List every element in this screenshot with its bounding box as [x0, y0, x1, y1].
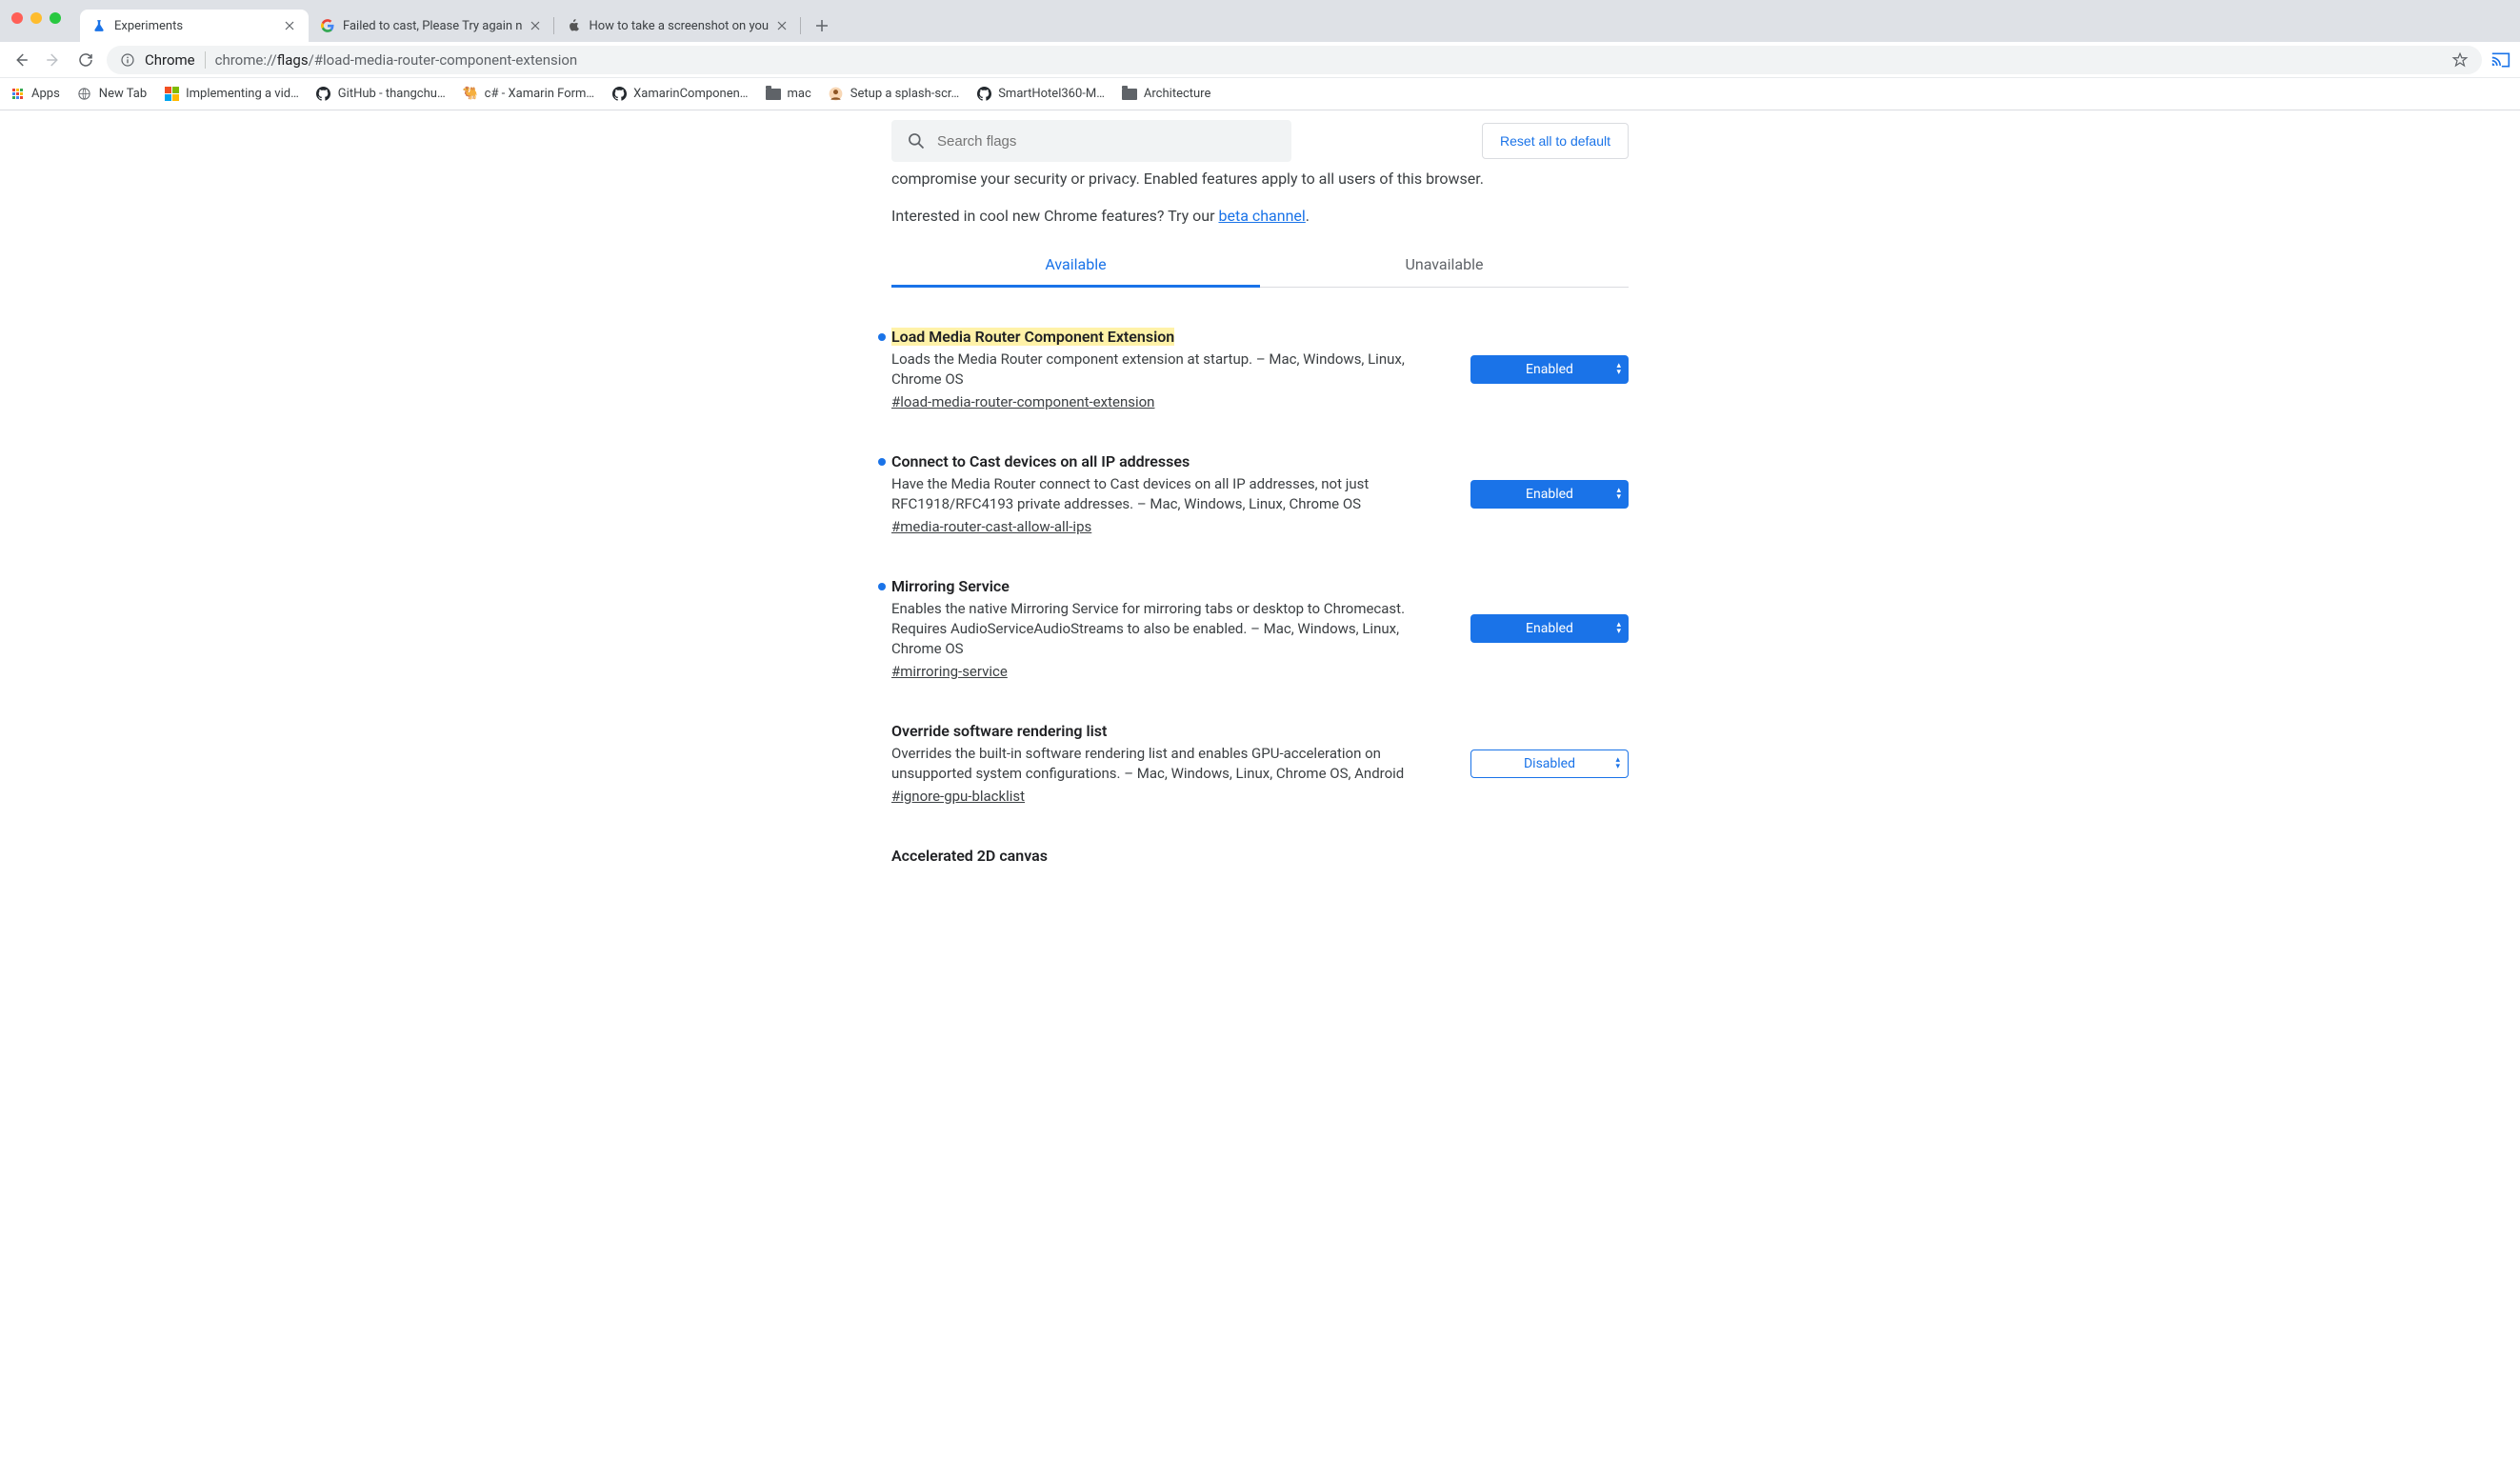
browser-tab-google[interactable]: Failed to cast, Please Try again n [309, 10, 554, 42]
select-arrows-icon: ▴▾ [1615, 757, 1620, 770]
select-arrows-icon: ▴▾ [1616, 363, 1621, 376]
flag-select[interactable]: Enabled ▴▾ [1470, 614, 1629, 643]
flag-anchor-link[interactable]: #load-media-router-component-extension [891, 393, 1154, 410]
back-button[interactable] [10, 49, 32, 71]
search-flags-box[interactable] [891, 120, 1291, 162]
flag-item: Override software rendering list Overrid… [891, 722, 1629, 805]
site-info-icon[interactable] [120, 52, 135, 68]
bookmark-splash[interactable]: Setup a splash-scr… [829, 87, 959, 102]
flags-tabs: Available Unavailable [891, 242, 1629, 288]
window-titlebar: Experiments Failed to cast, Please Try a… [0, 0, 2520, 42]
cast-icon[interactable] [2491, 51, 2510, 69]
tab-close-icon[interactable] [774, 18, 790, 33]
bookmark-mac[interactable]: mac [766, 87, 811, 102]
flag-item: Connect to Cast devices on all IP addres… [891, 452, 1629, 535]
flag-title: Connect to Cast devices on all IP addres… [891, 452, 1190, 470]
tab-close-icon[interactable] [282, 18, 297, 33]
tab-title: Experiments [114, 19, 276, 33]
search-flags-input[interactable] [937, 133, 1276, 150]
tab-title: Failed to cast, Please Try again n [343, 19, 522, 33]
flag-title: Override software rendering list [891, 722, 1107, 740]
flag-select[interactable]: Enabled ▴▾ [1470, 355, 1629, 384]
reset-all-button[interactable]: Reset all to default [1482, 123, 1629, 159]
search-icon [907, 131, 926, 150]
flag-description: Enables the native Mirroring Service for… [891, 599, 1444, 659]
folder-icon [1122, 87, 1137, 102]
modified-dot-icon [878, 333, 886, 341]
flag-item: Accelerated 2D canvas [891, 847, 1629, 865]
warning-text: compromise your security or privacy. Ena… [891, 168, 1629, 190]
flag-select[interactable]: Enabled ▴▾ [1470, 480, 1629, 509]
bookmark-github-1[interactable]: GitHub - thangchu… [316, 87, 446, 102]
bookmark-xamarin-components[interactable]: XamarinComponen… [611, 87, 748, 102]
bookmark-architecture[interactable]: Architecture [1122, 87, 1210, 102]
apple-icon [566, 18, 581, 33]
reload-button[interactable] [74, 49, 97, 71]
bookmark-implementing[interactable]: Implementing a vid… [164, 87, 299, 102]
flags-header: Reset all to default [891, 120, 1629, 162]
flag-item: Load Media Router Component Extension Lo… [891, 328, 1629, 410]
bookmark-apps[interactable]: Apps [10, 87, 60, 102]
bookmark-xamarin-forms[interactable]: 🐫 c# - Xamarin Form… [463, 87, 594, 102]
globe-icon [77, 87, 92, 102]
browser-tab-experiments[interactable]: Experiments [80, 10, 309, 42]
tab-unavailable[interactable]: Unavailable [1260, 242, 1629, 287]
omnibox-divider [205, 51, 206, 69]
github-icon [976, 87, 991, 102]
flask-icon [91, 18, 107, 33]
window-close-button[interactable] [11, 12, 23, 24]
modified-dot-icon [878, 458, 886, 466]
bookmark-smarthotel[interactable]: SmartHotel360-M… [976, 87, 1105, 102]
microsoft-icon [164, 87, 179, 102]
tab-title: How to take a screenshot on you [589, 19, 769, 33]
flag-anchor-link[interactable]: #mirroring-service [891, 663, 1008, 680]
flag-description: Have the Media Router connect to Cast de… [891, 474, 1444, 514]
forward-button[interactable] [42, 49, 65, 71]
bookmark-star-icon[interactable] [2451, 51, 2469, 69]
browser-tab-apple[interactable]: How to take a screenshot on you [554, 10, 801, 42]
browser-tabs: Experiments Failed to cast, Please Try a… [80, 0, 835, 42]
select-arrows-icon: ▴▾ [1616, 488, 1621, 501]
flags-page: Reset all to default compromise your sec… [891, 110, 1629, 865]
omnibox-url: chrome://flags/#load-media-router-compon… [215, 51, 578, 69]
google-icon [320, 18, 335, 33]
flag-anchor-link[interactable]: #media-router-cast-allow-all-ips [891, 518, 1091, 535]
flag-item: Mirroring Service Enables the native Mir… [891, 577, 1629, 680]
new-tab-button[interactable] [809, 12, 835, 39]
omnibox-chip: Chrome [145, 51, 195, 69]
apps-icon [10, 87, 25, 102]
window-maximize-button[interactable] [50, 12, 61, 24]
bookmarks-bar: Apps New Tab Implementing a vid… GitHub … [0, 78, 2520, 110]
flag-anchor-link[interactable]: #ignore-gpu-blacklist [891, 788, 1025, 805]
flag-title: Mirroring Service [891, 577, 1010, 595]
traffic-lights [11, 12, 61, 24]
select-arrows-icon: ▴▾ [1616, 622, 1621, 635]
github-icon [611, 87, 627, 102]
omnibox[interactable]: Chrome chrome://flags/#load-media-router… [107, 46, 2482, 74]
flag-title: Accelerated 2D canvas [891, 847, 1048, 865]
browser-toolbar: Chrome chrome://flags/#load-media-router… [0, 42, 2520, 78]
modified-dot-icon [878, 583, 886, 590]
tab-close-icon[interactable] [528, 18, 543, 33]
interest-text: Interested in cool new Chrome features? … [891, 207, 1629, 225]
avatar-icon [829, 87, 844, 102]
window-minimize-button[interactable] [30, 12, 42, 24]
github-icon [316, 87, 331, 102]
flag-select[interactable]: Disabled ▴▾ [1470, 749, 1629, 778]
camel-icon: 🐫 [463, 87, 478, 102]
tab-available[interactable]: Available [891, 242, 1260, 287]
bookmark-newtab[interactable]: New Tab [77, 87, 147, 102]
flag-title: Load Media Router Component Extension [891, 328, 1174, 346]
flag-description: Overrides the built-in software renderin… [891, 744, 1444, 784]
folder-icon [766, 87, 781, 102]
flag-description: Loads the Media Router component extensi… [891, 350, 1444, 390]
flags-list: Load Media Router Component Extension Lo… [891, 288, 1629, 865]
beta-channel-link[interactable]: beta channel [1218, 207, 1305, 225]
